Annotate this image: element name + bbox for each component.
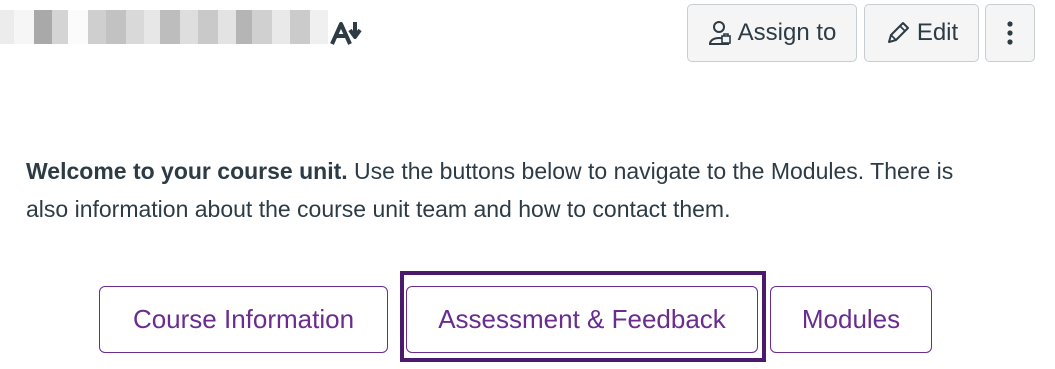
assessment-feedback-button[interactable]: Assessment & Feedback <box>406 286 758 353</box>
assign-to-label: Assign to <box>737 19 837 46</box>
assign-to-button[interactable]: Assign to <box>687 4 857 62</box>
edit-label: Edit <box>916 19 959 46</box>
page: Assign to Edit Welcome to your course un… <box>0 0 1055 369</box>
edit-button[interactable]: Edit <box>864 4 979 62</box>
modules-button[interactable]: Modules <box>770 286 932 353</box>
course-information-button[interactable]: Course Information <box>99 286 388 353</box>
assign-user-icon <box>708 21 731 45</box>
immersive-reader-icon[interactable] <box>330 20 364 46</box>
welcome-paragraph: Welcome to your course unit. Use the but… <box>26 152 986 228</box>
pencil-icon <box>887 22 909 43</box>
more-vertical-icon <box>1007 21 1013 45</box>
page-title-redacted <box>0 10 328 44</box>
more-options-button[interactable] <box>985 4 1035 62</box>
welcome-heading: Welcome to your course unit. <box>26 158 348 184</box>
